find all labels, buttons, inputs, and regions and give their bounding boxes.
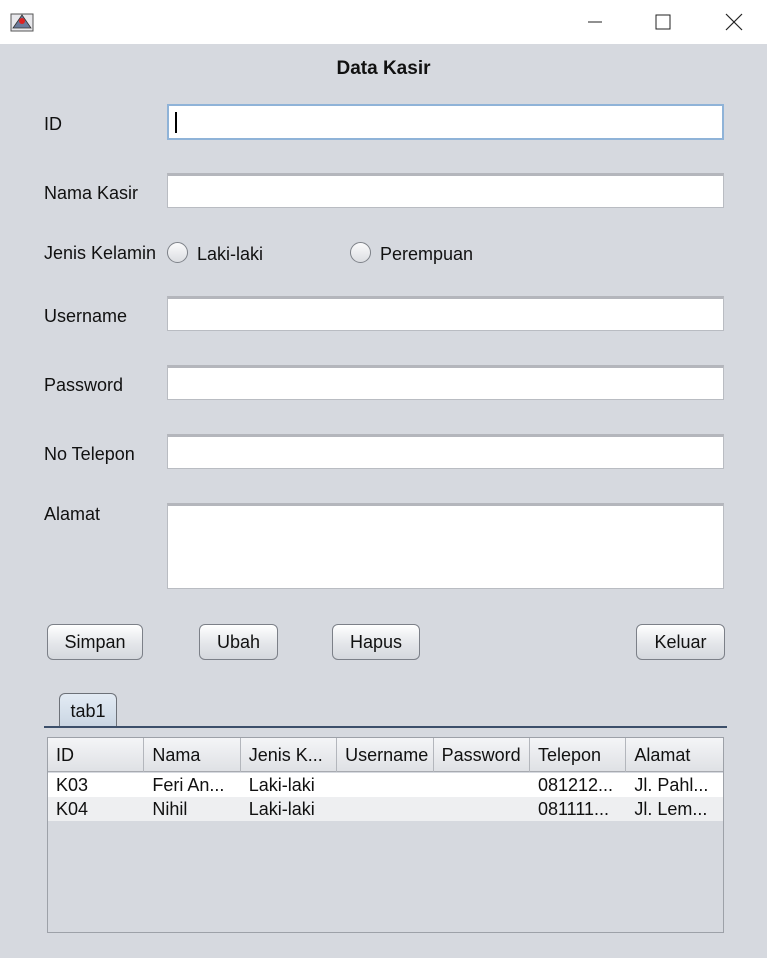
ubah-button[interactable]: Ubah <box>199 624 278 660</box>
table-cell <box>434 797 530 821</box>
table-cell: Laki-laki <box>248 775 315 795</box>
maximize-icon <box>655 14 671 30</box>
table-cell <box>337 797 433 821</box>
alamat-label: Alamat <box>44 504 101 524</box>
table-header: ID Nama Jenis K... Username Password Tel… <box>48 738 723 772</box>
column-header-password[interactable]: Password <box>434 738 530 772</box>
app-window: Data Kasir ID Nama Kasir Jenis Kelamin L… <box>0 0 767 958</box>
table-row[interactable]: K03 Feri An... Laki-laki 081212... Jl. P… <box>48 773 723 797</box>
close-icon <box>725 13 743 31</box>
tab-divider <box>44 726 727 728</box>
table-cell <box>337 773 433 797</box>
column-header-nama[interactable]: Nama <box>144 738 241 772</box>
title-bar <box>0 0 767 44</box>
table-cell: K04 <box>56 799 89 819</box>
keluar-button[interactable]: Keluar <box>636 624 725 660</box>
table-row[interactable]: K04 Nihil Laki-laki 081111... Jl. Lem... <box>48 797 723 821</box>
no-telepon-label: No Telepon <box>44 444 135 464</box>
table-cell: 081111... <box>537 799 610 819</box>
column-header-telepon[interactable]: Telepon <box>530 738 627 772</box>
minimize-icon <box>588 21 602 23</box>
table-cell: Jl. Pahl... <box>634 775 709 795</box>
table-cell: Laki-laki <box>248 799 315 819</box>
form-title: Data Kasir <box>336 58 431 79</box>
radio-perempuan-label[interactable]: Perempuan <box>380 244 473 265</box>
radio-perempuan[interactable] <box>350 242 371 263</box>
id-field[interactable] <box>167 104 724 140</box>
table-cell: Jl. Lem... <box>634 799 708 819</box>
minimize-button[interactable] <box>572 0 618 44</box>
table-cell: Feri An... <box>152 775 225 795</box>
id-label: ID <box>44 114 62 134</box>
column-header-jenis-kelamin[interactable]: Jenis K... <box>241 738 338 772</box>
column-header-alamat[interactable]: Alamat <box>626 738 722 772</box>
java-app-icon <box>10 10 34 32</box>
table-cell: Nihil <box>152 799 188 819</box>
username-label: Username <box>44 306 128 326</box>
table-cell <box>434 773 530 797</box>
password-field[interactable] <box>167 365 724 400</box>
hapus-button[interactable]: Hapus <box>332 624 420 660</box>
nama-kasir-label: Nama Kasir <box>44 183 139 203</box>
tab-tab1[interactable]: tab1 <box>59 693 117 728</box>
alamat-textarea[interactable] <box>167 503 724 589</box>
password-label: Password <box>44 375 124 395</box>
simpan-button[interactable]: Simpan <box>47 624 143 660</box>
column-header-username[interactable]: Username <box>337 738 434 772</box>
maximize-button[interactable] <box>640 0 686 44</box>
close-button[interactable] <box>711 0 757 44</box>
jenis-kelamin-label: Jenis Kelamin <box>44 243 157 263</box>
nama-kasir-field[interactable] <box>167 173 724 208</box>
text-caret <box>175 112 177 133</box>
radio-laki-laki[interactable] <box>167 242 188 263</box>
kasir-table[interactable]: ID Nama Jenis K... Username Password Tel… <box>47 737 724 933</box>
table-cell: 081212... <box>537 775 614 795</box>
column-header-id[interactable]: ID <box>48 738 145 772</box>
table-cell: K03 <box>56 775 89 795</box>
no-telepon-field[interactable] <box>167 434 724 469</box>
username-field[interactable] <box>167 296 724 331</box>
radio-laki-laki-label[interactable]: Laki-laki <box>197 244 263 265</box>
